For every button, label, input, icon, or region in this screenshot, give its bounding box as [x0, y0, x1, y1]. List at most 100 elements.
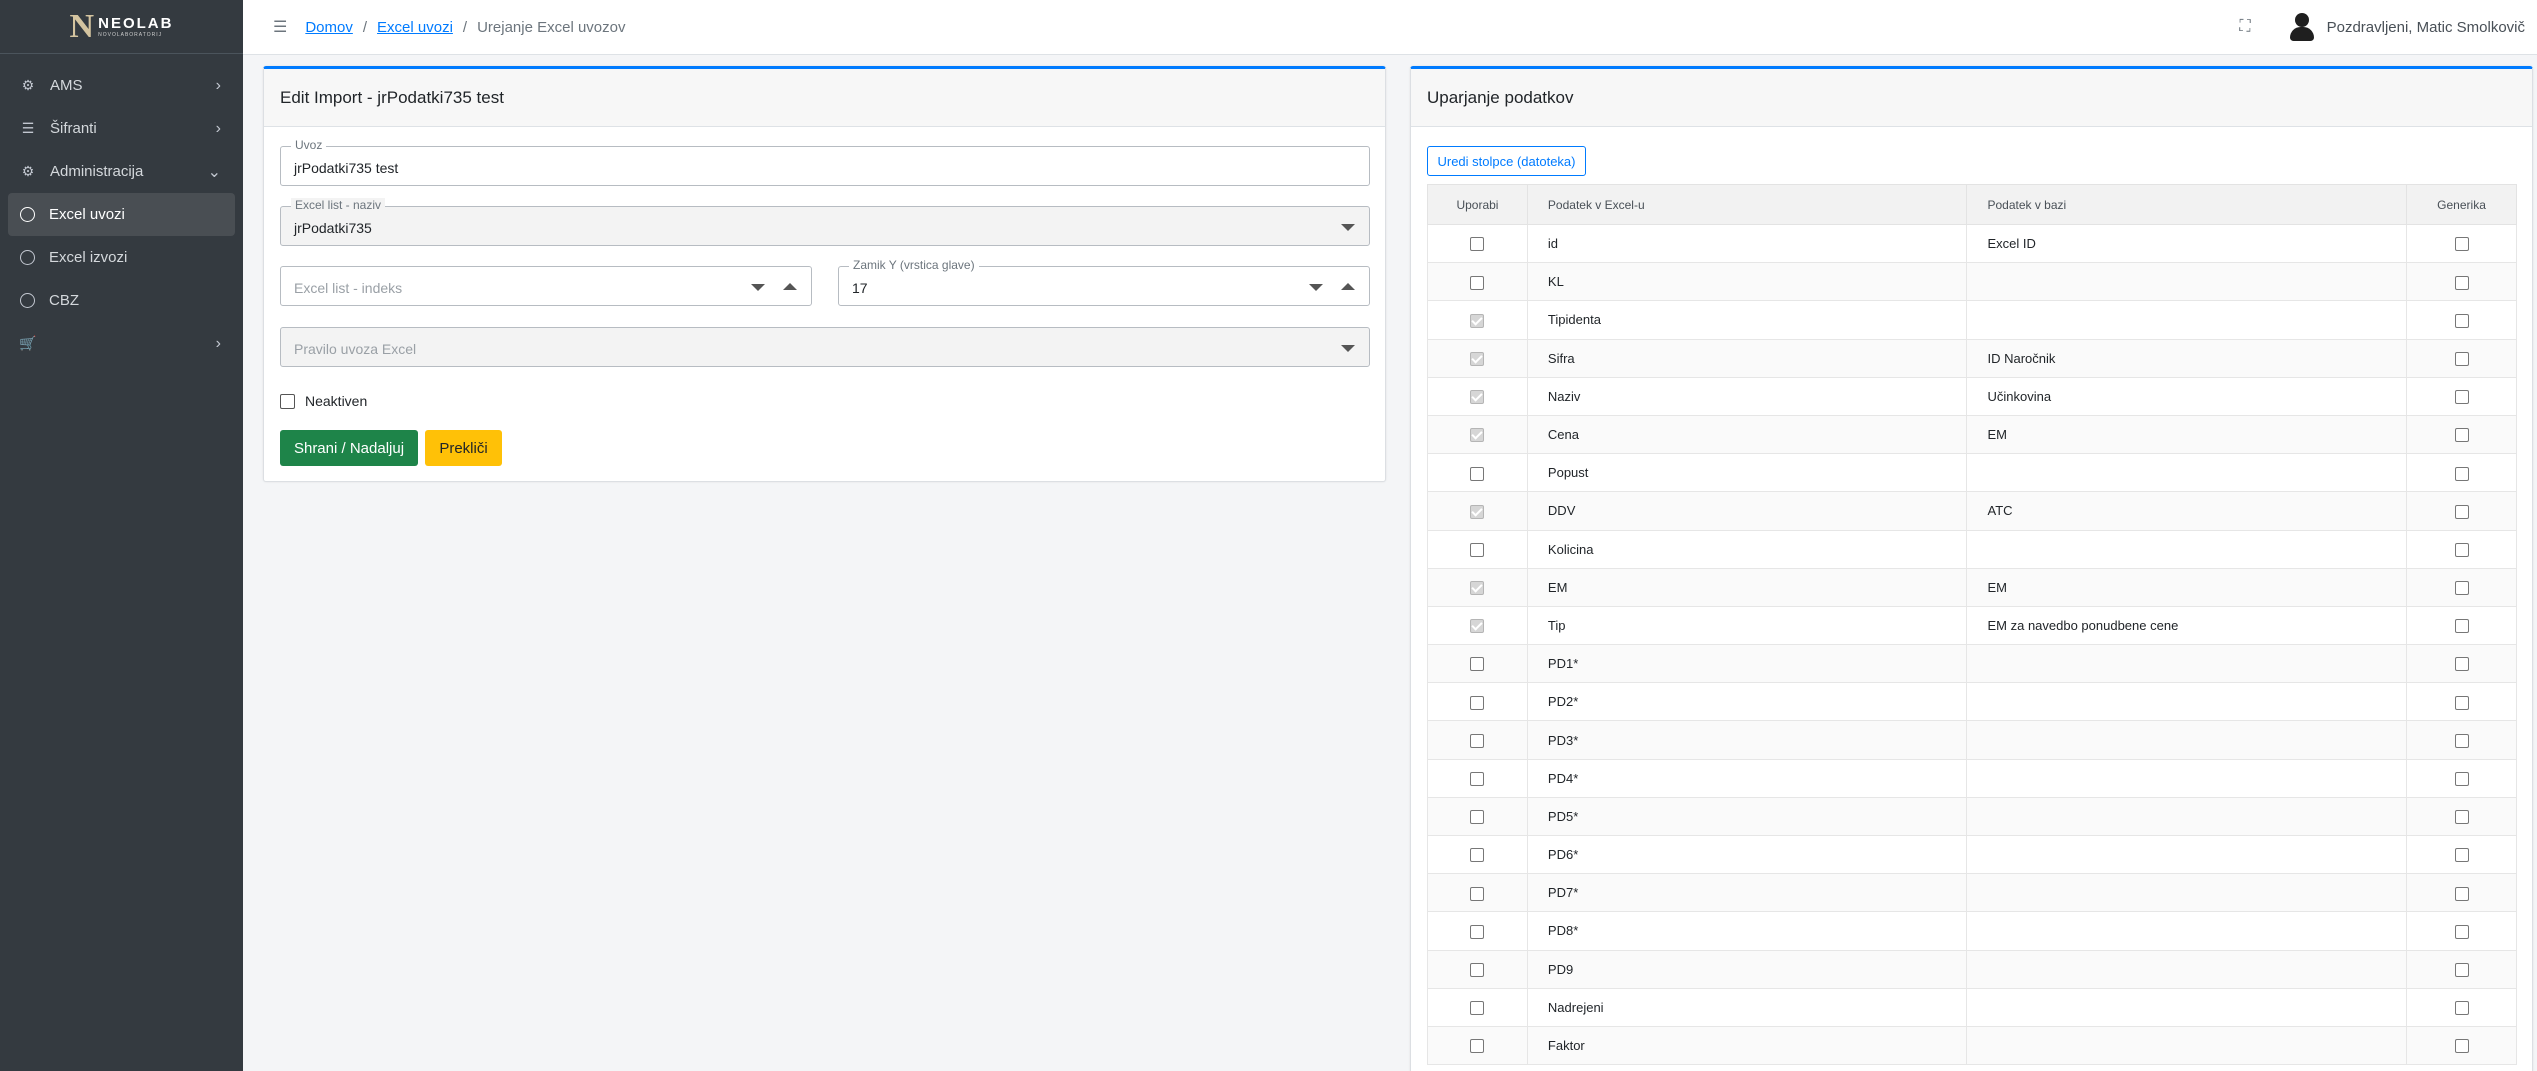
generic-checkbox[interactable]: [2454, 886, 2469, 901]
sidebar-item-administracija[interactable]: ⚙ Administracija ⌄: [0, 150, 243, 193]
edit-columns-button[interactable]: Uredi stolpce (datoteka): [1427, 146, 1586, 176]
db-field-cell[interactable]: [1966, 873, 2408, 913]
db-field-cell[interactable]: ID Naročnik: [1966, 338, 2408, 378]
use-checkbox[interactable]: [1470, 581, 1485, 596]
chevron-down-icon[interactable]: [1341, 345, 1355, 352]
generic-checkbox[interactable]: [2454, 390, 2469, 405]
generic-checkbox[interactable]: [2454, 237, 2469, 252]
use-checkbox[interactable]: [1470, 695, 1485, 710]
use-checkbox[interactable]: [1470, 275, 1485, 290]
db-field-cell[interactable]: [1966, 987, 2408, 1027]
db-field-cell[interactable]: [1966, 720, 2408, 760]
db-field-cell[interactable]: [1966, 796, 2408, 837]
fullscreen-icon[interactable]: ⛶: [2239, 18, 2250, 36]
generic-checkbox[interactable]: [2454, 772, 2469, 786]
db-field-cell[interactable]: [1966, 834, 2408, 875]
use-checkbox[interactable]: [1470, 733, 1485, 748]
excel-list-naziv-select[interactable]: Excel list - naziv jrPodatki735: [280, 198, 1370, 246]
generic-checkbox[interactable]: [2454, 810, 2469, 825]
generic-checkbox[interactable]: [2454, 313, 2469, 328]
db-field-cell[interactable]: [1966, 262, 2408, 302]
breadcrumb-excel-uvozi-link[interactable]: Excel uvozi: [377, 19, 453, 36]
db-field-cell[interactable]: [1966, 682, 2408, 722]
db-field-cell[interactable]: EM: [1966, 567, 2408, 607]
sidebar-item-excel-izvozi[interactable]: Excel izvozi: [0, 236, 243, 279]
cancel-button[interactable]: Prekliči: [425, 430, 502, 466]
use-checkbox[interactable]: [1470, 924, 1485, 939]
stepper-up-icon[interactable]: [1341, 283, 1355, 290]
sidebar-item-excel-uvozi[interactable]: Excel uvozi: [8, 193, 235, 236]
generic-checkbox[interactable]: [2454, 619, 2469, 634]
db-field-cell[interactable]: EM za navedbo ponudbene cene: [1966, 605, 2408, 646]
use-checkbox[interactable]: [1470, 772, 1485, 786]
db-field-cell[interactable]: [1966, 911, 2408, 951]
use-checkbox[interactable]: [1470, 1039, 1485, 1054]
use-checkbox[interactable]: [1470, 619, 1485, 634]
use-checkbox[interactable]: [1470, 810, 1485, 825]
use-checkbox[interactable]: [1470, 886, 1485, 901]
excel-list-indeks-stepper[interactable]: Excel list - indeks: [280, 266, 812, 306]
generic-checkbox[interactable]: [2454, 275, 2469, 290]
db-field-cell[interactable]: Učinkovina: [1966, 376, 2408, 416]
use-checkbox[interactable]: [1470, 390, 1485, 405]
use-checkbox[interactable]: [1470, 428, 1485, 443]
use-checkbox[interactable]: [1470, 848, 1485, 863]
uvoz-field[interactable]: Uvoz jrPodatki735 test: [280, 138, 1370, 186]
use-checkbox[interactable]: [1470, 504, 1485, 519]
db-field-cell[interactable]: [1966, 949, 2408, 989]
generic-checkbox[interactable]: [2454, 466, 2469, 481]
sidebar-item-ams[interactable]: ⚙ AMS ›: [0, 64, 243, 107]
generic-checkbox[interactable]: [2454, 1039, 2469, 1054]
save-continue-button[interactable]: Shrani / Nadaljuj: [280, 430, 418, 466]
table-row: Popust: [1427, 453, 2517, 493]
use-checkbox[interactable]: [1470, 542, 1485, 557]
generic-checkbox[interactable]: [2454, 657, 2469, 672]
zamik-y-label: Zamik Y (vrstica glave): [849, 258, 979, 272]
use-checkbox[interactable]: [1470, 1001, 1485, 1016]
user-avatar-icon[interactable]: [2287, 12, 2317, 42]
db-field-cell[interactable]: [1966, 1025, 2408, 1066]
hamburger-icon[interactable]: ☰: [273, 17, 287, 37]
generic-checkbox[interactable]: [2454, 962, 2469, 977]
db-field-cell[interactable]: EM: [1966, 414, 2408, 455]
pravilo-uvoza-select[interactable]: Pravilo uvoza Excel: [280, 327, 1370, 367]
db-field-cell[interactable]: [1966, 644, 2408, 684]
generic-checkbox[interactable]: [2454, 733, 2469, 748]
stepper-down-icon[interactable]: [751, 284, 765, 291]
neaktiven-checkbox[interactable]: [280, 393, 295, 409]
generic-checkbox[interactable]: [2454, 504, 2469, 519]
stepper-down-icon[interactable]: [1309, 284, 1323, 291]
db-field-cell[interactable]: Excel ID: [1966, 223, 2408, 264]
sidebar-item-cart[interactable]: 🛒 ›: [0, 322, 243, 365]
db-field-cell[interactable]: [1966, 758, 2408, 798]
breadcrumb-home-link[interactable]: Domov: [305, 19, 353, 36]
db-field-cell[interactable]: [1966, 300, 2408, 340]
logo[interactable]: N NEOLAB NOVOLABORATORIJ: [0, 0, 243, 54]
user-greeting[interactable]: Pozdravljeni, Matic Smolkovič: [2327, 19, 2525, 36]
breadcrumb-current: Urejanje Excel uvozov: [477, 18, 626, 36]
use-checkbox[interactable]: [1470, 466, 1485, 481]
use-checkbox[interactable]: [1470, 351, 1485, 366]
zamik-y-stepper[interactable]: Zamik Y (vrstica glave) 17: [838, 258, 1370, 306]
db-field-cell[interactable]: [1966, 529, 2408, 569]
sidebar-item-cbz[interactable]: CBZ: [0, 279, 243, 322]
stepper-up-icon[interactable]: [783, 283, 797, 290]
use-checkbox[interactable]: [1470, 313, 1485, 328]
generic-checkbox[interactable]: [2454, 351, 2469, 366]
logo-main-text: NEOLAB: [98, 14, 174, 32]
generic-checkbox[interactable]: [2454, 695, 2469, 710]
generic-checkbox[interactable]: [2454, 428, 2469, 443]
generic-checkbox[interactable]: [2454, 924, 2469, 939]
generic-checkbox[interactable]: [2454, 581, 2469, 596]
use-checkbox[interactable]: [1470, 237, 1485, 252]
sidebar-item-sifranti[interactable]: ☰ Šifranti ›: [0, 107, 243, 150]
db-field-cell[interactable]: ATC: [1966, 491, 2408, 531]
generic-checkbox[interactable]: [2454, 542, 2469, 557]
generic-checkbox[interactable]: [2454, 848, 2469, 863]
use-checkbox[interactable]: [1470, 962, 1485, 977]
chevron-down-icon[interactable]: [1341, 224, 1355, 231]
use-checkbox[interactable]: [1470, 657, 1485, 672]
db-field-cell[interactable]: [1966, 453, 2408, 493]
excel-field-cell: DDV: [1526, 491, 1968, 531]
generic-checkbox[interactable]: [2454, 1001, 2469, 1016]
